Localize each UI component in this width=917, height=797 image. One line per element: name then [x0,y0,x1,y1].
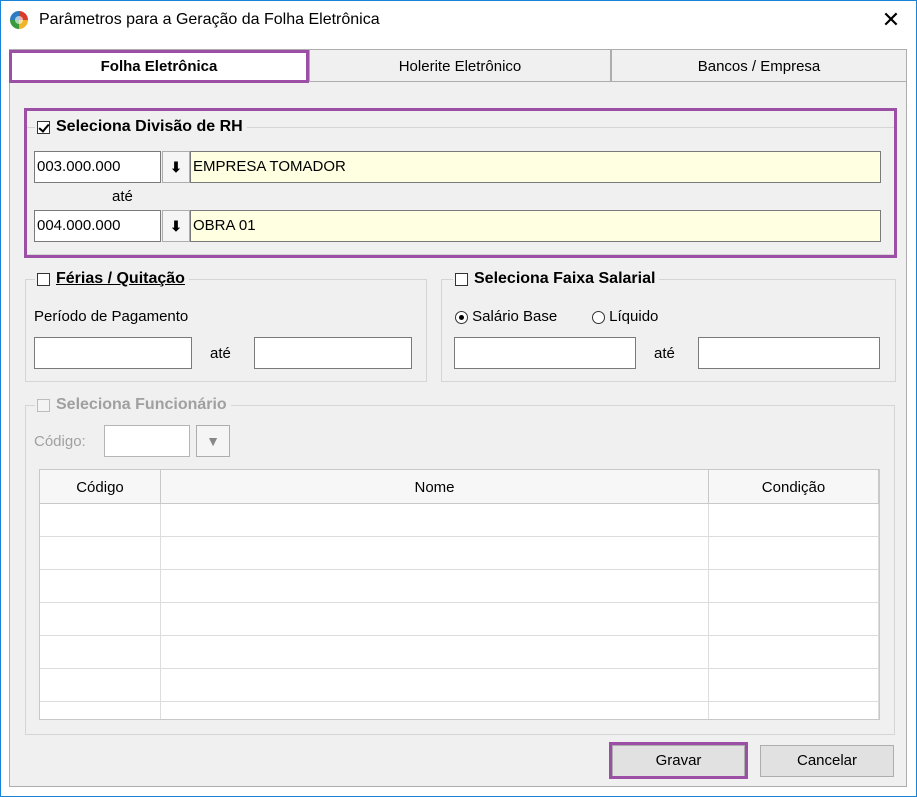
cell-condicao [709,537,879,569]
divisao-checkbox[interactable] [37,120,50,134]
cell-condicao [709,702,879,719]
tab-folha-eletronica[interactable]: Folha Eletrônica [9,49,309,81]
funcionario-table: Código Nome Condição [39,469,880,720]
tab-label: Bancos / Empresa [697,58,821,75]
title-bar: Parâmetros para a Geração da Folha Eletr… [1,1,916,39]
faixa-start-input[interactable] [454,337,636,369]
radio-salario-base-label: Salário Base [472,308,558,325]
radio-liquido-label: Líquido [609,308,659,325]
divisao-to-code-input[interactable]: 004.000.000 [34,210,161,242]
tab-bancos-empresa[interactable]: Bancos / Empresa [611,49,907,81]
divisao-legend-label: Seleciona Divisão de RH [56,118,243,135]
cell-nome [161,570,709,602]
divisao-legend: Seleciona Divisão de RH [35,118,247,136]
download-arrow-icon: ⬇ [170,159,182,175]
divisao-to-lookup-button[interactable]: ⬇ [162,210,190,242]
divisao-from-name-field: EMPRESA TOMADOR [190,151,881,183]
table-row[interactable] [40,504,879,537]
cell-codigo [40,603,161,635]
table-row[interactable] [40,537,879,570]
radio-liquido-dot[interactable] [592,310,605,324]
radio-salario-base[interactable]: Salário Base [455,308,557,325]
cell-codigo [40,702,161,719]
radio-salario-base-dot[interactable] [455,310,468,324]
ferias-legend: Férias / Quitação [35,270,189,288]
faixa-end-input[interactable] [698,337,880,369]
cell-nome [161,669,709,701]
table-header: Código Nome Condição [40,470,879,504]
cell-condicao [709,504,879,536]
ferias-checkbox[interactable] [37,272,50,286]
table-row[interactable] [40,636,879,669]
ferias-to-label: até [210,345,231,362]
ferias-end-date-input[interactable] [254,337,412,369]
faixa-to-label: até [654,345,675,362]
funcionario-checkbox[interactable] [37,398,50,412]
cell-nome [161,603,709,635]
column-header-nome[interactable]: Nome [161,470,709,503]
cell-condicao [709,603,879,635]
close-button[interactable]: ✕ [876,6,906,34]
download-arrow-icon: ⬇ [170,218,182,234]
cell-codigo [40,570,161,602]
app-logo-icon [10,11,28,29]
ferias-legend-label: Férias / Quitação [56,270,185,287]
table-row[interactable] [40,603,879,636]
divisao-to-label: até [112,188,133,205]
faixa-legend: Seleciona Faixa Salarial [453,270,660,288]
dialog-window: Parâmetros para a Geração da Folha Eletr… [0,0,917,797]
column-header-codigo[interactable]: Código [40,470,161,503]
save-button[interactable]: Gravar [612,745,745,777]
cell-nome [161,636,709,668]
cell-nome [161,504,709,536]
table-row[interactable] [40,669,879,702]
cell-codigo [40,537,161,569]
tab-label: Folha Eletrônica [100,58,218,75]
cell-codigo [40,636,161,668]
cancel-button[interactable]: Cancelar [760,745,894,777]
radio-liquido[interactable]: Líquido [592,308,658,325]
tab-label: Holerite Eletrônico [398,58,522,75]
column-header-condicao[interactable]: Condição [709,470,879,503]
cell-condicao [709,669,879,701]
table-row[interactable] [40,570,879,603]
funcionario-code-input[interactable] [104,425,190,457]
cell-nome [161,702,709,719]
faixa-legend-label: Seleciona Faixa Salarial [474,270,656,287]
faixa-checkbox[interactable] [455,272,468,286]
funcionario-legend: Seleciona Funcionário [35,396,231,414]
cell-nome [161,537,709,569]
cell-codigo [40,504,161,536]
table-row[interactable] [40,702,879,719]
divisao-from-lookup-button[interactable]: ⬇ [162,151,190,183]
funcionario-legend-label: Seleciona Funcionário [56,396,227,413]
funcionario-code-label: Código: [34,433,86,450]
chevron-down-icon: ▼ [206,433,220,449]
cell-codigo [40,669,161,701]
cell-condicao [709,570,879,602]
divisao-to-name-field: OBRA 01 [190,210,881,242]
ferias-start-date-input[interactable] [34,337,192,369]
window-title: Parâmetros para a Geração da Folha Eletr… [39,11,380,28]
tab-holerite-eletronico[interactable]: Holerite Eletrônico [309,49,611,81]
ferias-period-label: Período de Pagamento [34,308,189,325]
cell-condicao [709,636,879,668]
divisao-from-code-input[interactable]: 003.000.000 [34,151,161,183]
funcionario-dropdown-button[interactable]: ▼ [196,425,230,457]
